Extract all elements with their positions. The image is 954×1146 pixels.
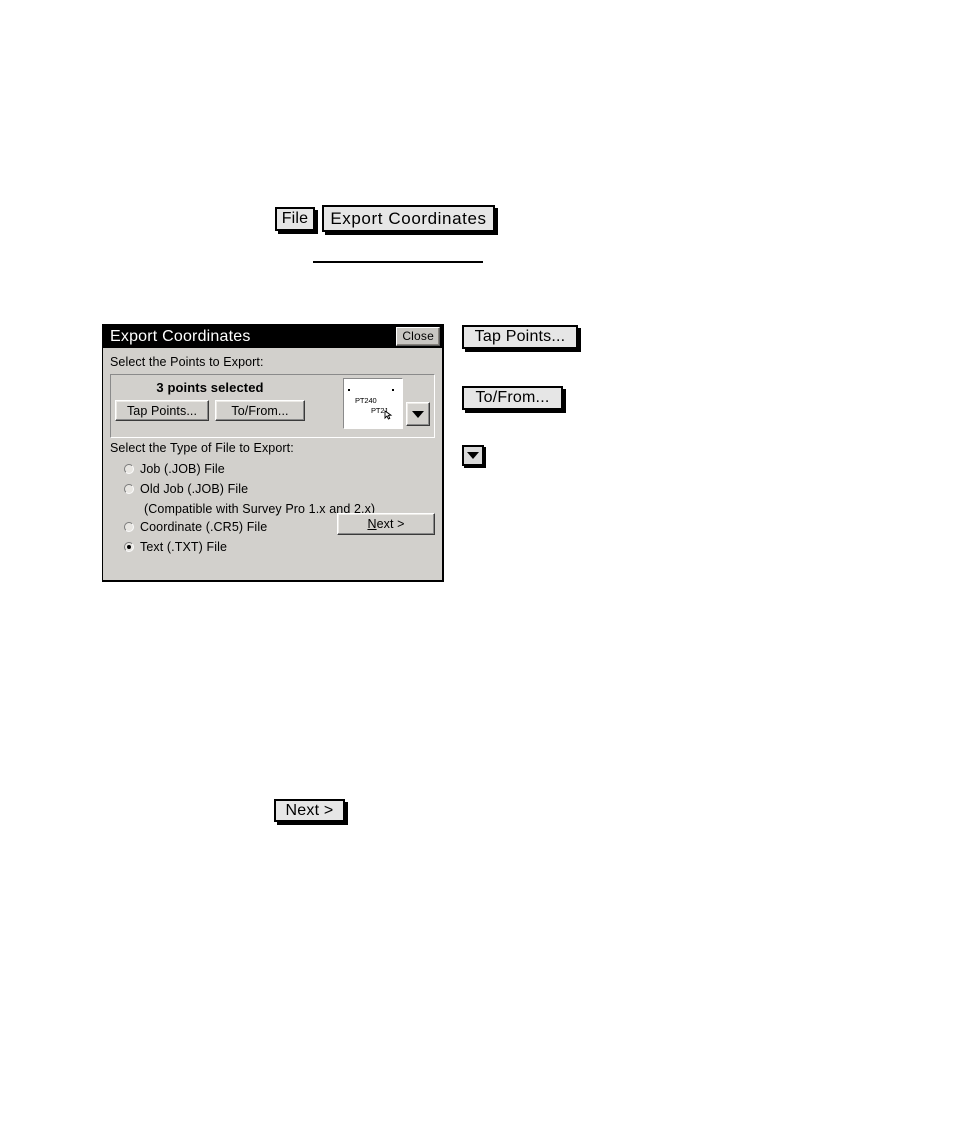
map-point-label: PT21 xyxy=(371,406,389,415)
map-point-dot xyxy=(392,389,394,391)
next-button-accel: N xyxy=(367,517,377,531)
map-point-dot xyxy=(348,389,350,391)
close-button[interactable]: Close xyxy=(396,327,440,346)
callout-menu-export-coordinates[interactable]: Export Coordinates xyxy=(322,205,495,232)
callout-next-label: Next > xyxy=(285,801,334,819)
callout-tap-points-label: Tap Points... xyxy=(474,328,566,345)
radio-option-text-label: Text (.TXT) File xyxy=(140,540,228,554)
next-button-label: Next > xyxy=(367,517,404,531)
next-button-rest: ext > xyxy=(376,517,405,531)
filetype-section-label: Select the Type of File to Export: xyxy=(110,441,294,455)
points-section-label: Select the Points to Export: xyxy=(110,355,264,369)
filetype-radio-group: Job (.JOB) File Old Job (.JOB) File (Com… xyxy=(110,460,435,558)
callout-to-from-label: To/From... xyxy=(475,389,550,406)
callout-dropdown-button[interactable] xyxy=(462,445,484,466)
radio-icon xyxy=(124,484,134,494)
points-dropdown-button[interactable] xyxy=(406,402,430,426)
dialog-titlebar: Export Coordinates Close xyxy=(103,325,442,348)
callout-menu-file[interactable]: File xyxy=(275,207,315,231)
next-button[interactable]: Next > xyxy=(337,513,435,535)
tap-points-button-label: Tap Points... xyxy=(126,403,198,418)
radio-option-old-job-label: Old Job (.JOB) File xyxy=(140,482,249,496)
tap-points-button[interactable]: Tap Points... xyxy=(115,400,209,421)
callout-menu-export-coordinates-label: Export Coordinates xyxy=(330,208,487,228)
caret-down-icon xyxy=(412,410,424,418)
radio-option-coordinate-label: Coordinate (.CR5) File xyxy=(140,520,268,534)
radio-icon xyxy=(124,522,134,532)
map-point-label: PT240 xyxy=(355,396,377,405)
radio-option-text[interactable]: Text (.TXT) File xyxy=(110,538,435,558)
radio-icon-selected xyxy=(124,542,134,552)
callout-menu-file-label: File xyxy=(281,210,309,227)
radio-option-job[interactable]: Job (.JOB) File xyxy=(110,460,435,480)
to-from-button[interactable]: To/From... xyxy=(215,400,305,421)
caret-down-icon xyxy=(467,452,479,459)
radio-option-old-job[interactable]: Old Job (.JOB) File xyxy=(110,480,435,500)
map-preview-wrap: PT240 PT21 xyxy=(343,378,430,429)
to-from-button-label: To/From... xyxy=(231,403,289,418)
radio-icon xyxy=(124,464,134,474)
map-preview[interactable]: PT240 PT21 xyxy=(343,378,403,429)
dialog-title: Export Coordinates xyxy=(110,327,251,345)
points-selected-count: 3 points selected xyxy=(156,380,264,395)
points-selection-group: 3 points selected Tap Points... To/From.… xyxy=(110,374,435,438)
dialog-body: Select the Points to Export: 3 points se… xyxy=(103,348,442,558)
callout-tap-points[interactable]: Tap Points... xyxy=(462,325,578,349)
radio-option-job-label: Job (.JOB) File xyxy=(140,462,225,476)
export-coordinates-dialog: Export Coordinates Close Select the Poin… xyxy=(102,324,444,582)
callout-to-from[interactable]: To/From... xyxy=(462,386,563,410)
callout-next-button[interactable]: Next > xyxy=(274,799,345,822)
horizontal-rule xyxy=(313,261,483,263)
